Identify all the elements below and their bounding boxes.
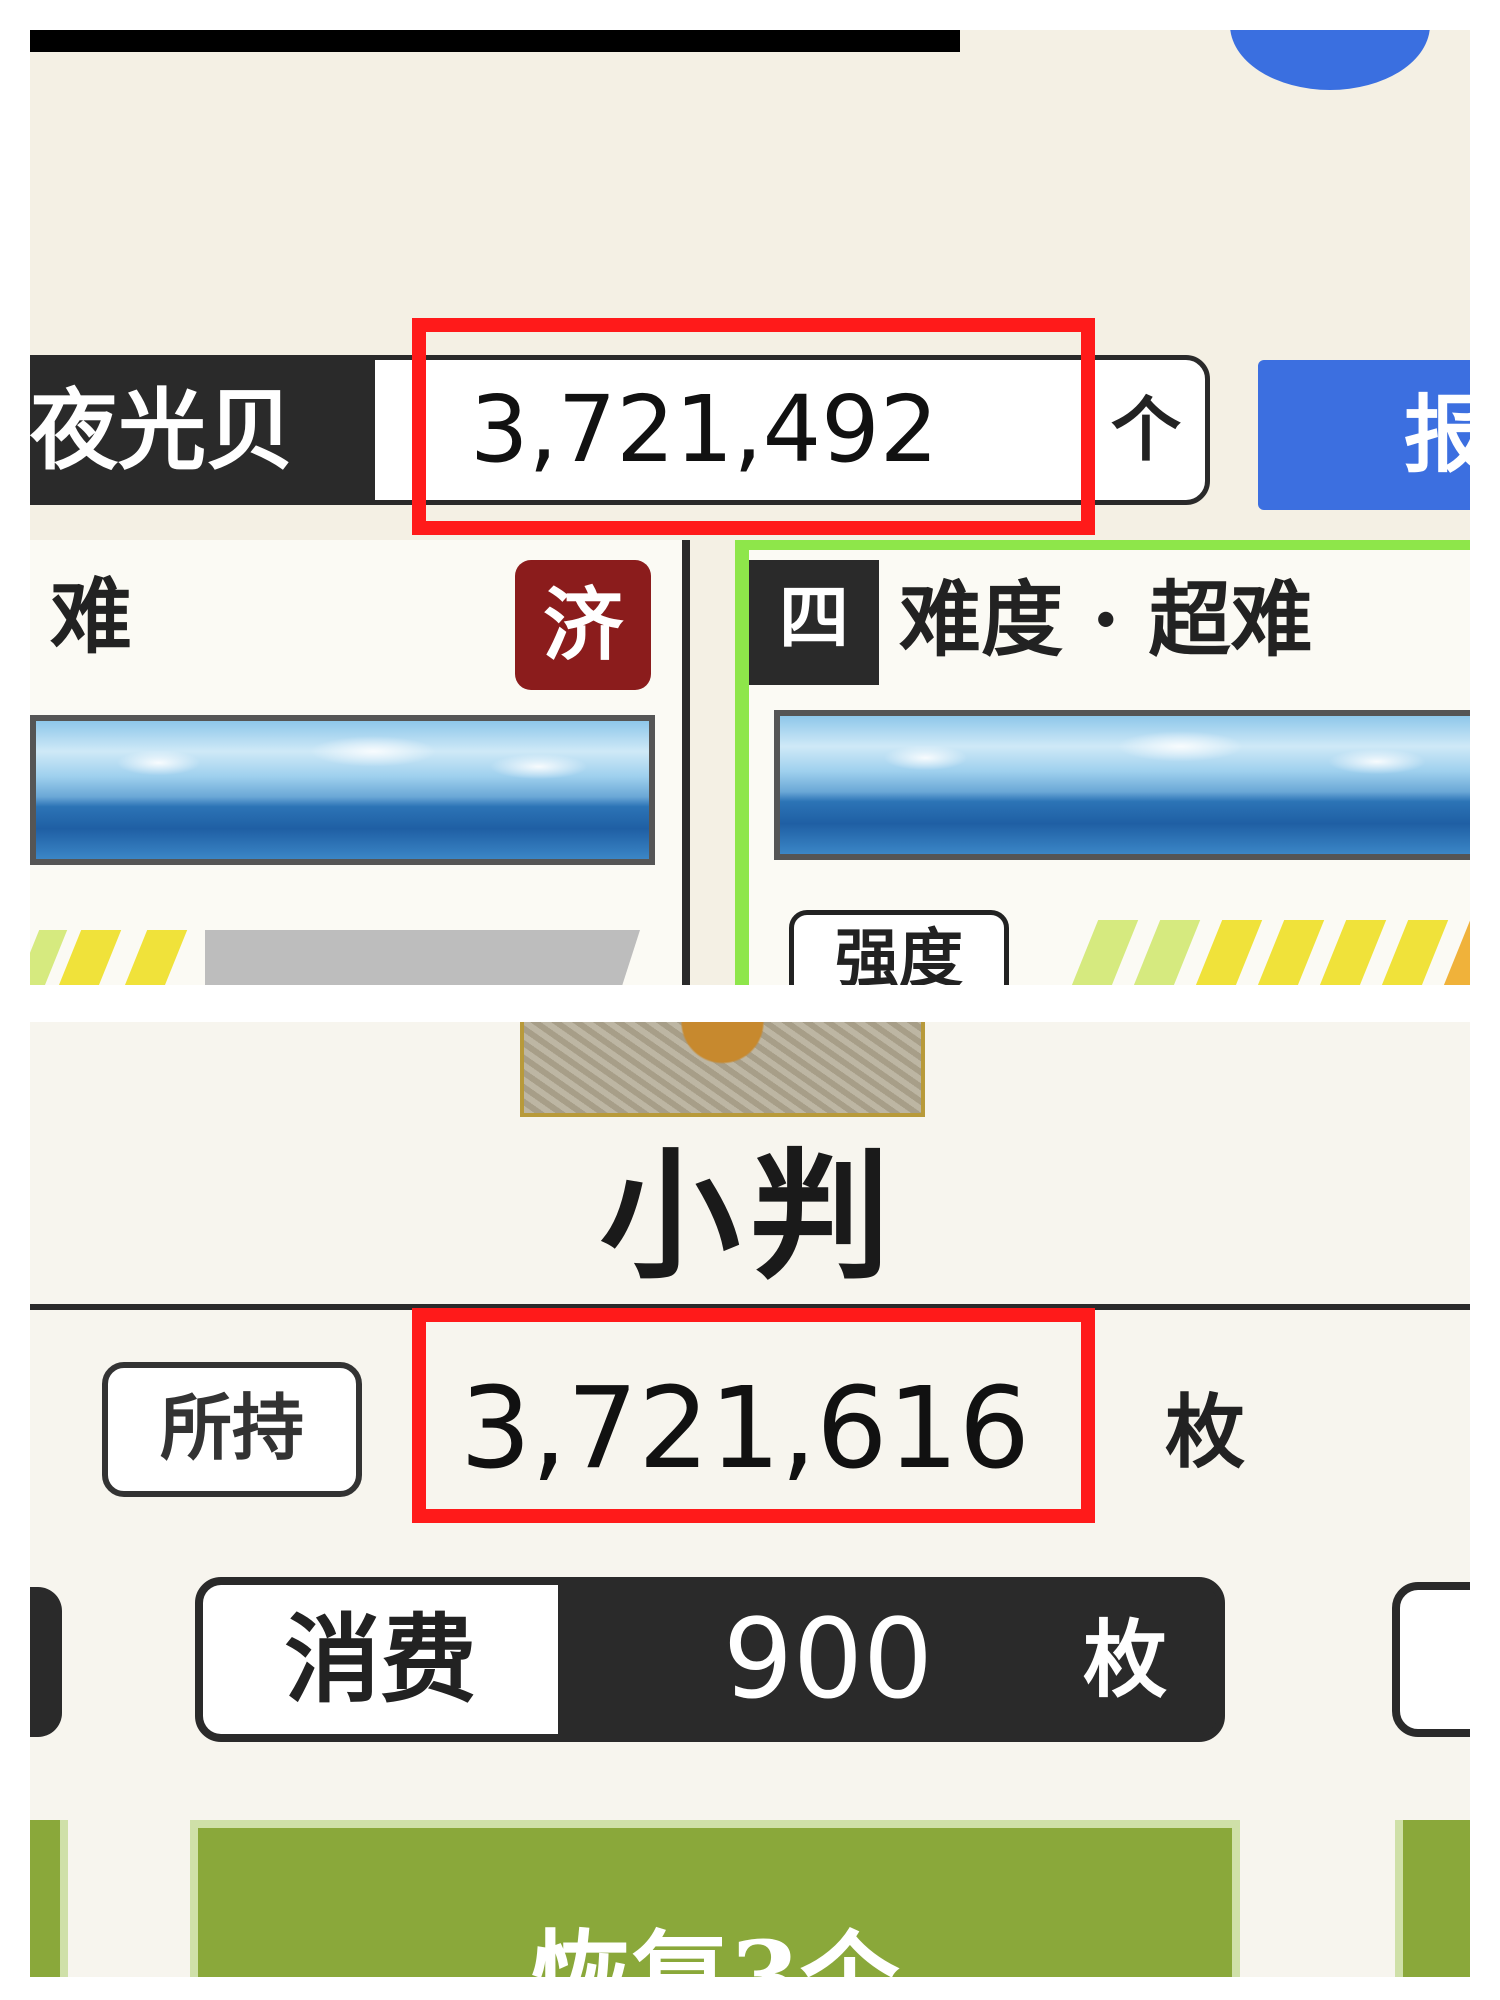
report-button[interactable]: 报 (1258, 360, 1470, 510)
highlight-box-owned (412, 1308, 1095, 1523)
stage-card-left[interactable]: 难 济 (30, 540, 690, 985)
strength-meter (30, 930, 640, 985)
owned-label: 所持 (102, 1362, 362, 1497)
prev-restore-button-edge[interactable] (30, 1820, 68, 1977)
stage-title: 难 (50, 569, 133, 665)
cost-value: 900 (723, 1595, 933, 1723)
owned-unit: 枚 (1165, 1385, 1245, 1479)
highlight-box-currency (412, 318, 1095, 535)
item-name: 小判 (599, 1135, 900, 1299)
stage-card-right[interactable]: 四 难度 · 超难 强度 (735, 540, 1470, 985)
stage-number-badge: 四 (749, 560, 879, 685)
strength-label: 强度 (789, 910, 1009, 985)
stage-thumbnail (30, 715, 655, 865)
next-restore-button-edge[interactable] (1395, 1820, 1470, 1977)
stage-title: 难度 · 超难 (899, 572, 1313, 668)
menu-circle-button[interactable] (1230, 30, 1430, 90)
restore-button[interactable]: 恢复3个 (190, 1820, 1240, 1977)
cost-unit: 枚 (1083, 1610, 1168, 1709)
koban-coin-image (520, 1022, 925, 1117)
cleared-badge: 济 (515, 560, 651, 690)
stage-thumbnail (774, 710, 1470, 860)
header-bar (30, 30, 960, 52)
currency-label: 夜光贝 (30, 355, 370, 505)
cost-box: 消费 900 枚 (195, 1577, 1225, 1742)
currency-unit: 个 (1111, 388, 1181, 471)
next-cost-box-edge (1392, 1582, 1470, 1737)
strength-meter (1069, 920, 1470, 985)
cost-label: 消费 (203, 1585, 558, 1734)
prev-cost-box-edge (30, 1587, 62, 1737)
